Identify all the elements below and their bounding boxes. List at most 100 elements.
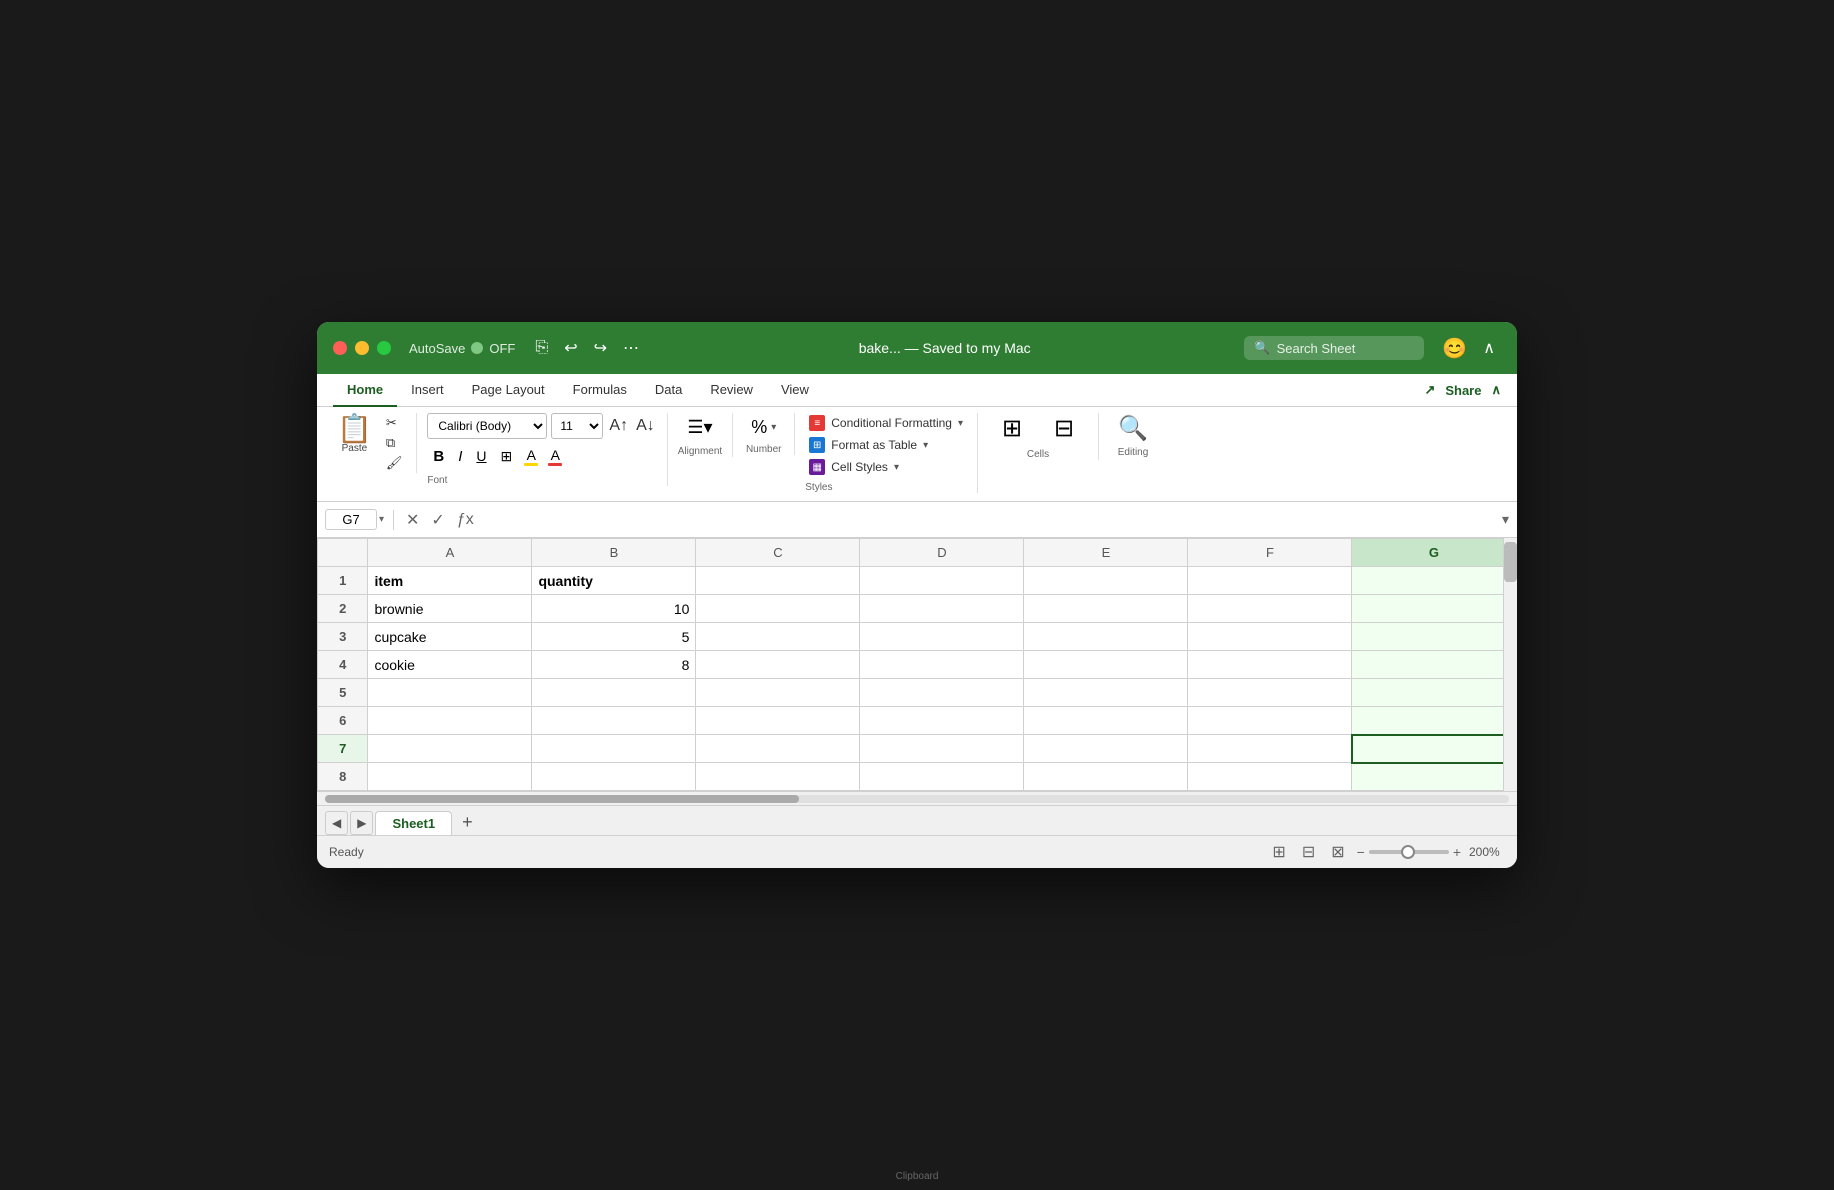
cell-D2[interactable] — [860, 595, 1024, 623]
save-icon[interactable]: ⎘ — [529, 334, 554, 362]
row-number-1[interactable]: 1 — [318, 567, 368, 595]
cell-F8[interactable] — [1188, 763, 1352, 791]
sheet-tab-sheet1[interactable]: Sheet1 — [375, 811, 452, 835]
cell-E6[interactable] — [1024, 707, 1188, 735]
row-number-7[interactable]: 7 — [318, 735, 368, 763]
cell-F2[interactable] — [1188, 595, 1352, 623]
cell-G1[interactable] — [1352, 567, 1516, 595]
tab-data[interactable]: Data — [641, 374, 696, 407]
cell-C8[interactable] — [696, 763, 860, 791]
cell-G3[interactable] — [1352, 623, 1516, 651]
cell-B7[interactable] — [532, 735, 696, 763]
col-header-f[interactable]: F — [1188, 539, 1352, 567]
fill-color-button[interactable]: A — [520, 445, 542, 468]
border-button[interactable]: ⊞ — [495, 443, 519, 469]
vertical-scrollbar[interactable] — [1503, 538, 1517, 791]
row-number-4[interactable]: 4 — [318, 651, 368, 679]
cut-button[interactable]: ✂ — [382, 413, 407, 433]
sheet-nav-next[interactable]: ▶ — [350, 811, 373, 835]
cell-G7[interactable] — [1352, 735, 1516, 763]
insert-function-button[interactable]: ƒx — [453, 509, 478, 531]
font-color-button[interactable]: A — [544, 445, 566, 468]
cell-E5[interactable] — [1024, 679, 1188, 707]
share-button[interactable]: ↗ Share ∧ — [1424, 382, 1501, 398]
col-header-d[interactable]: D — [860, 539, 1024, 567]
row-number-2[interactable]: 2 — [318, 595, 368, 623]
cell-A4[interactable]: cookie — [368, 651, 532, 679]
col-header-e[interactable]: E — [1024, 539, 1188, 567]
horizontal-scrollbar[interactable] — [317, 791, 1517, 805]
bold-button[interactable]: B — [427, 443, 450, 469]
cell-B5[interactable] — [532, 679, 696, 707]
cell-B3[interactable]: 5 — [532, 623, 696, 651]
copy-button[interactable]: ⧉ — [382, 433, 407, 453]
cell-E3[interactable] — [1024, 623, 1188, 651]
row-number-6[interactable]: 6 — [318, 707, 368, 735]
cell-C5[interactable] — [696, 679, 860, 707]
add-sheet-button[interactable]: + — [454, 810, 481, 835]
cell-C4[interactable] — [696, 651, 860, 679]
cell-C3[interactable] — [696, 623, 860, 651]
cell-ref-input[interactable] — [325, 509, 377, 530]
cell-F1[interactable] — [1188, 567, 1352, 595]
italic-button[interactable]: I — [452, 443, 468, 469]
editing-button[interactable]: 🔍 — [1109, 413, 1157, 445]
cell-B4[interactable]: 8 — [532, 651, 696, 679]
page-break-view-button[interactable]: ⊠ — [1327, 840, 1348, 864]
cells-delete-button[interactable]: ⊟ — [1040, 413, 1088, 445]
format-painter-button[interactable]: 🖌 — [382, 453, 407, 473]
cell-D3[interactable] — [860, 623, 1024, 651]
autosave-control[interactable]: AutoSave OFF — [409, 341, 515, 356]
cell-E7[interactable] — [1024, 735, 1188, 763]
undo-icon[interactable]: ↩ — [558, 334, 583, 362]
cell-A8[interactable] — [368, 763, 532, 791]
font-name-selector[interactable]: Calibri (Body) — [427, 413, 547, 439]
cancel-formula-button[interactable]: ✕ — [402, 508, 423, 532]
cell-C7[interactable] — [696, 735, 860, 763]
minimize-button[interactable] — [355, 341, 369, 355]
accept-formula-button[interactable]: ✓ — [427, 508, 448, 532]
cell-E2[interactable] — [1024, 595, 1188, 623]
zoom-in-button[interactable]: + — [1453, 844, 1461, 860]
cell-C2[interactable] — [696, 595, 860, 623]
cell-B6[interactable] — [532, 707, 696, 735]
redo-icon[interactable]: ↪ — [588, 334, 613, 362]
cell-A1[interactable]: item — [368, 567, 532, 595]
cell-G8[interactable] — [1352, 763, 1516, 791]
cell-D1[interactable] — [860, 567, 1024, 595]
tab-formulas[interactable]: Formulas — [559, 374, 641, 407]
cell-B1[interactable]: quantity — [532, 567, 696, 595]
font-size-selector[interactable]: 11 — [551, 413, 603, 439]
row-number-8[interactable]: 8 — [318, 763, 368, 791]
number-button[interactable]: % ▾ — [743, 413, 784, 442]
cell-C1[interactable] — [696, 567, 860, 595]
tab-view[interactable]: View — [767, 374, 823, 407]
tab-insert[interactable]: Insert — [397, 374, 458, 407]
cell-E1[interactable] — [1024, 567, 1188, 595]
col-header-c[interactable]: C — [696, 539, 860, 567]
cell-D4[interactable] — [860, 651, 1024, 679]
more-icon[interactable]: ⋯ — [617, 334, 645, 362]
cell-G2[interactable] — [1352, 595, 1516, 623]
formula-input[interactable] — [486, 510, 1494, 529]
cell-A3[interactable]: cupcake — [368, 623, 532, 651]
cell-G5[interactable] — [1352, 679, 1516, 707]
cell-A6[interactable] — [368, 707, 532, 735]
font-shrink-button[interactable]: A↓ — [634, 415, 657, 437]
zoom-out-button[interactable]: − — [1357, 844, 1365, 860]
cell-C6[interactable] — [696, 707, 860, 735]
formula-expand-icon[interactable]: ▾ — [1502, 511, 1509, 528]
paste-button[interactable]: 📋 Paste — [333, 413, 380, 456]
search-bar[interactable]: 🔍 Search Sheet — [1244, 336, 1424, 360]
col-header-g[interactable]: G — [1352, 539, 1516, 567]
cell-F4[interactable] — [1188, 651, 1352, 679]
normal-view-button[interactable]: ⊞ — [1268, 840, 1289, 864]
zoom-slider[interactable] — [1369, 850, 1449, 854]
cell-E8[interactable] — [1024, 763, 1188, 791]
underline-button[interactable]: U — [470, 443, 492, 469]
tab-review[interactable]: Review — [696, 374, 767, 407]
tab-page-layout[interactable]: Page Layout — [458, 374, 559, 407]
page-layout-view-button[interactable]: ⊟ — [1298, 840, 1319, 864]
cell-D8[interactable] — [860, 763, 1024, 791]
cell-styles-button[interactable]: ▦ Cell Styles ▾ — [805, 457, 967, 477]
